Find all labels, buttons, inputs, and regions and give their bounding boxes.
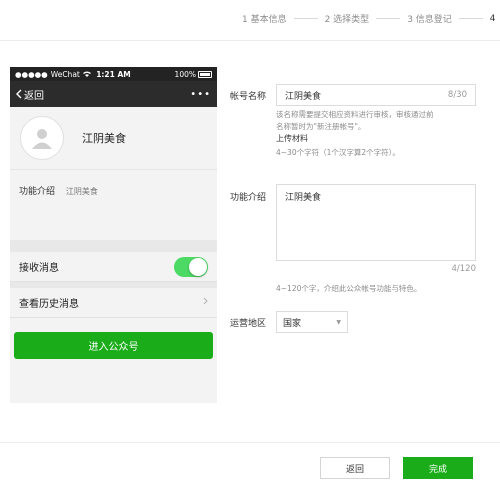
intro-label: 功能介绍 [230, 193, 267, 203]
account-name-value: 江阴美食 [285, 91, 322, 102]
receive-label: 接收消息 [19, 263, 59, 274]
account-profile: 江阴美食 [10, 107, 217, 170]
step-indicator: 1 基本信息 2 选择类型 3 信息登记 4 [242, 12, 500, 26]
chevron-left-icon [16, 89, 22, 99]
default-user-icon [32, 129, 52, 149]
name-rule: 4~30个字符（1个汉字算2个字符）。 [276, 148, 400, 157]
wifi-icon [82, 70, 91, 79]
phone-status-bar: ●●●●● WeChat 1:21 AM 100% [10, 67, 217, 81]
step-2: 2 选择类型 [324, 15, 370, 25]
name-hint-line-2: 名称暂时为"新注册帐号"。 [276, 122, 366, 131]
account-name: 江阴美食 [82, 132, 126, 145]
intro-rule: 4~120个字，介绍此公众帐号功能与特色。 [276, 284, 422, 293]
back-button[interactable]: 返回 [320, 457, 390, 479]
name-hint: 该名称需要提交相应资料进行审核，审核通过前 名称暂时为"新注册帐号"。 上传材料… [276, 109, 434, 159]
history-messages-row[interactable]: 查看历史消息 [10, 288, 217, 318]
avatar [20, 116, 64, 160]
enter-account-button[interactable]: 进入公众号 [14, 332, 213, 359]
func-value: 江阴美食 [65, 187, 98, 196]
account-name-input[interactable]: 江阴美食 8/30 [276, 84, 476, 106]
history-label: 查看历史消息 [19, 299, 79, 310]
phone-back-button[interactable]: 返回 [16, 87, 44, 102]
toggle-knob [189, 257, 207, 276]
name-hint-line-1: 该名称需要提交相应资料进行审核，审核通过前 [276, 110, 434, 119]
receive-toggle[interactable] [174, 256, 208, 277]
chevron-right-icon [203, 297, 208, 308]
step-divider [376, 18, 401, 19]
more-icon[interactable]: ••• [190, 89, 211, 100]
step-divider [458, 18, 483, 19]
section-gap [10, 240, 217, 252]
intro-char-count: 4/120 [451, 264, 477, 274]
status-left: ●●●●● WeChat [15, 70, 91, 79]
step-3: 3 信息登记 [407, 15, 452, 25]
func-label: 功能介绍 [19, 187, 56, 197]
battery-icon [198, 70, 212, 78]
phone-nav-bar: 返回 ••• [10, 81, 217, 107]
region-select[interactable]: 国家 ▼ [276, 311, 348, 333]
step-1: 1 基本信息 [242, 15, 287, 25]
step-4: 4 [489, 13, 496, 24]
bottom-divider [0, 442, 500, 443]
phone-back-label: 返回 [24, 90, 44, 102]
name-label: 帐号名称 [230, 92, 267, 102]
name-char-count: 8/30 [447, 90, 467, 100]
region-label: 运营地区 [230, 319, 267, 329]
function-intro: 功能介绍 江阴美食 [10, 170, 217, 240]
top-divider [0, 40, 500, 41]
step-divider [293, 18, 318, 19]
intro-value: 江阴美食 [285, 193, 322, 203]
signal-icon: ●●●●● [15, 69, 48, 79]
carrier-label: WeChat [50, 69, 80, 79]
region-value: 国家 [283, 318, 302, 329]
phone-preview: ●●●●● WeChat 1:21 AM 100% 返回 ••• 江阴美食 功能… [10, 67, 217, 403]
battery-percent: 100% [174, 69, 196, 79]
upload-materials-link[interactable]: 上传材料 [276, 133, 434, 145]
done-button[interactable]: 完成 [403, 457, 473, 479]
receive-messages-row: 接收消息 [10, 252, 217, 282]
caret-down-icon: ▼ [336, 318, 341, 326]
intro-textarea[interactable]: 江阴美食 [276, 184, 476, 261]
status-right: 100% [175, 70, 212, 79]
